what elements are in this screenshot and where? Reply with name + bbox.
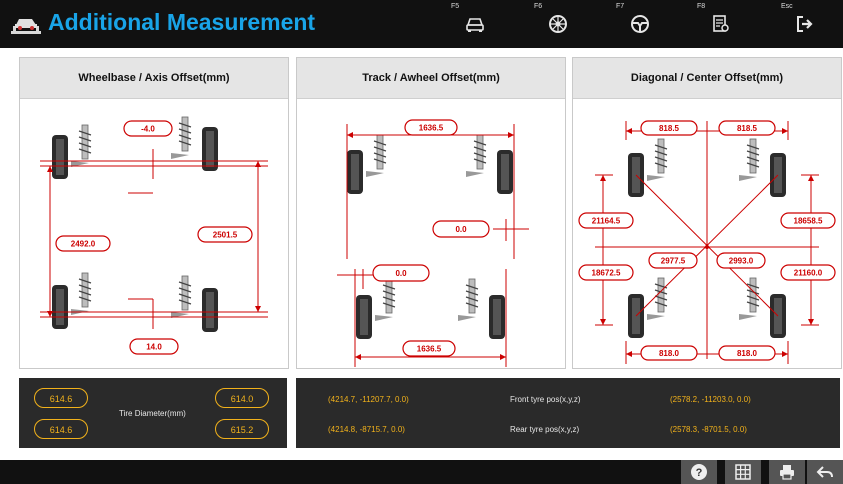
top-left-offset-value: 818.5 [659, 124, 680, 133]
wheelbase-panel: Wheelbase / Axis Offset(mm) -4.0 2492.0 … [19, 57, 289, 369]
bottom-right-offset-value: 818.0 [737, 349, 758, 358]
rear-left-wheel [356, 278, 396, 339]
center-right-offset-value: 2993.0 [729, 257, 754, 266]
rear-left-wheel [628, 277, 668, 338]
diagonal-panel: Diagonal / Center Offset(mm) 818.5 818.5… [572, 57, 842, 369]
right-wheelbase-value: 2501.5 [213, 231, 238, 240]
left-lower-diagonal-value: 18672.5 [592, 269, 621, 278]
f8-key-label: F8 [697, 3, 706, 10]
page-title: Additional Measurement [48, 9, 316, 35]
header-bar: Additional Measurement F5 F6 F7 F8 Esc [0, 0, 843, 48]
front-tyre-pos-label: Front tyre pos(x,y,z) [510, 395, 581, 404]
right-upper-diagonal-value: 18658.5 [794, 217, 823, 226]
exit-button[interactable]: Esc [777, 0, 833, 48]
rear-right-wheel [170, 275, 218, 332]
front-left-wheel [52, 124, 92, 179]
front-axis-offset-value: -4.0 [141, 125, 155, 134]
report-button[interactable]: F8 [693, 0, 749, 48]
rear-awheel-offset-value: 0.0 [395, 269, 407, 278]
back-icon [816, 466, 833, 478]
tyre-position-panel: (4214.7, -11207.7, 0.0) Front tyre pos(x… [296, 378, 840, 448]
main-area: Wheelbase / Axis Offset(mm) -4.0 2492.0 … [0, 48, 843, 460]
front-left-wheel [628, 138, 668, 197]
rear-right-tire-diameter[interactable]: 615.2 [215, 419, 269, 439]
front-right-wheel [465, 134, 513, 194]
front-track-value: 1636.5 [419, 124, 444, 133]
center-left-offset-value: 2977.5 [661, 257, 686, 266]
car-front-icon [466, 18, 484, 32]
f7-key-label: F7 [616, 3, 625, 10]
help-button[interactable]: ? [681, 460, 717, 484]
rear-track-value: 1636.5 [417, 345, 442, 354]
top-right-offset-value: 818.5 [737, 124, 758, 133]
rear-left-tire-diameter[interactable]: 614.6 [34, 419, 88, 439]
front-left-tire-diameter[interactable]: 614.6 [34, 388, 88, 408]
wheelbase-diagram: -4.0 2492.0 2501.5 14.0 [40, 116, 268, 355]
wheel-icon [549, 15, 567, 33]
help-icon: ? [691, 464, 707, 480]
rear-right-tyre-pos: (2578.3, -8701.5, 0.0) [670, 425, 747, 434]
front-awheel-offset-value: 0.0 [455, 225, 467, 234]
calculator-icon [735, 464, 751, 480]
rear-left-wheel [52, 272, 92, 329]
right-lower-diagonal-value: 21160.0 [794, 269, 823, 278]
calculator-button[interactable] [725, 460, 761, 484]
wheel-button[interactable]: F6 [530, 0, 586, 48]
print-icon [780, 465, 794, 480]
front-left-wheel [347, 134, 387, 194]
tire-diameter-panel: 614.6 614.6 614.0 615.2 Tire Diameter(mm… [19, 378, 287, 448]
front-right-tire-diameter[interactable]: 614.0 [215, 388, 269, 408]
steering-wheel-button[interactable]: F7 [612, 0, 668, 48]
rear-left-tyre-pos: (4214.8, -8715.7, 0.0) [328, 425, 405, 434]
track-panel: Track / Awheel Offset(mm) 1636.5 0.0 0.0… [296, 57, 566, 369]
svg-text:?: ? [696, 467, 703, 479]
steering-wheel-icon [631, 15, 649, 33]
car-front-button[interactable]: F5 [447, 0, 503, 48]
tire-diameter-label: Tire Diameter(mm) [119, 409, 186, 418]
left-upper-diagonal-value: 21164.5 [592, 217, 621, 226]
bottom-left-offset-value: 818.0 [659, 349, 680, 358]
print-button[interactable] [769, 460, 805, 484]
track-diagram: 1636.5 0.0 0.0 1636.5 [337, 119, 529, 367]
f6-key-label: F6 [534, 3, 543, 10]
esc-key-label: Esc [781, 3, 793, 10]
back-button[interactable] [807, 460, 843, 484]
diagonal-diagram: 818.5 818.5 21164.5 18658.5 2977.5 2993.… [578, 120, 836, 364]
rear-right-wheel [457, 278, 505, 339]
front-left-tyre-pos: (4214.7, -11207.7, 0.0) [328, 395, 409, 404]
front-right-wheel [170, 116, 218, 171]
front-right-wheel [738, 138, 786, 197]
diagonal-panel-title: Diagonal / Center Offset(mm) [573, 58, 841, 99]
exit-icon [797, 16, 813, 32]
wheelbase-panel-title: Wheelbase / Axis Offset(mm) [20, 58, 288, 99]
f5-key-label: F5 [451, 3, 460, 10]
left-wheelbase-value: 2492.0 [71, 240, 96, 249]
front-right-tyre-pos: (2578.2, -11203.0, 0.0) [670, 395, 751, 404]
rear-right-wheel [738, 277, 786, 338]
rear-axis-offset-value: 14.0 [146, 343, 162, 352]
report-icon [713, 15, 729, 32]
car-lift-icon [10, 14, 42, 41]
footer-bar: ? [0, 460, 843, 484]
track-panel-title: Track / Awheel Offset(mm) [297, 58, 565, 99]
rear-tyre-pos-label: Rear tyre pos(x,y,z) [510, 425, 580, 434]
